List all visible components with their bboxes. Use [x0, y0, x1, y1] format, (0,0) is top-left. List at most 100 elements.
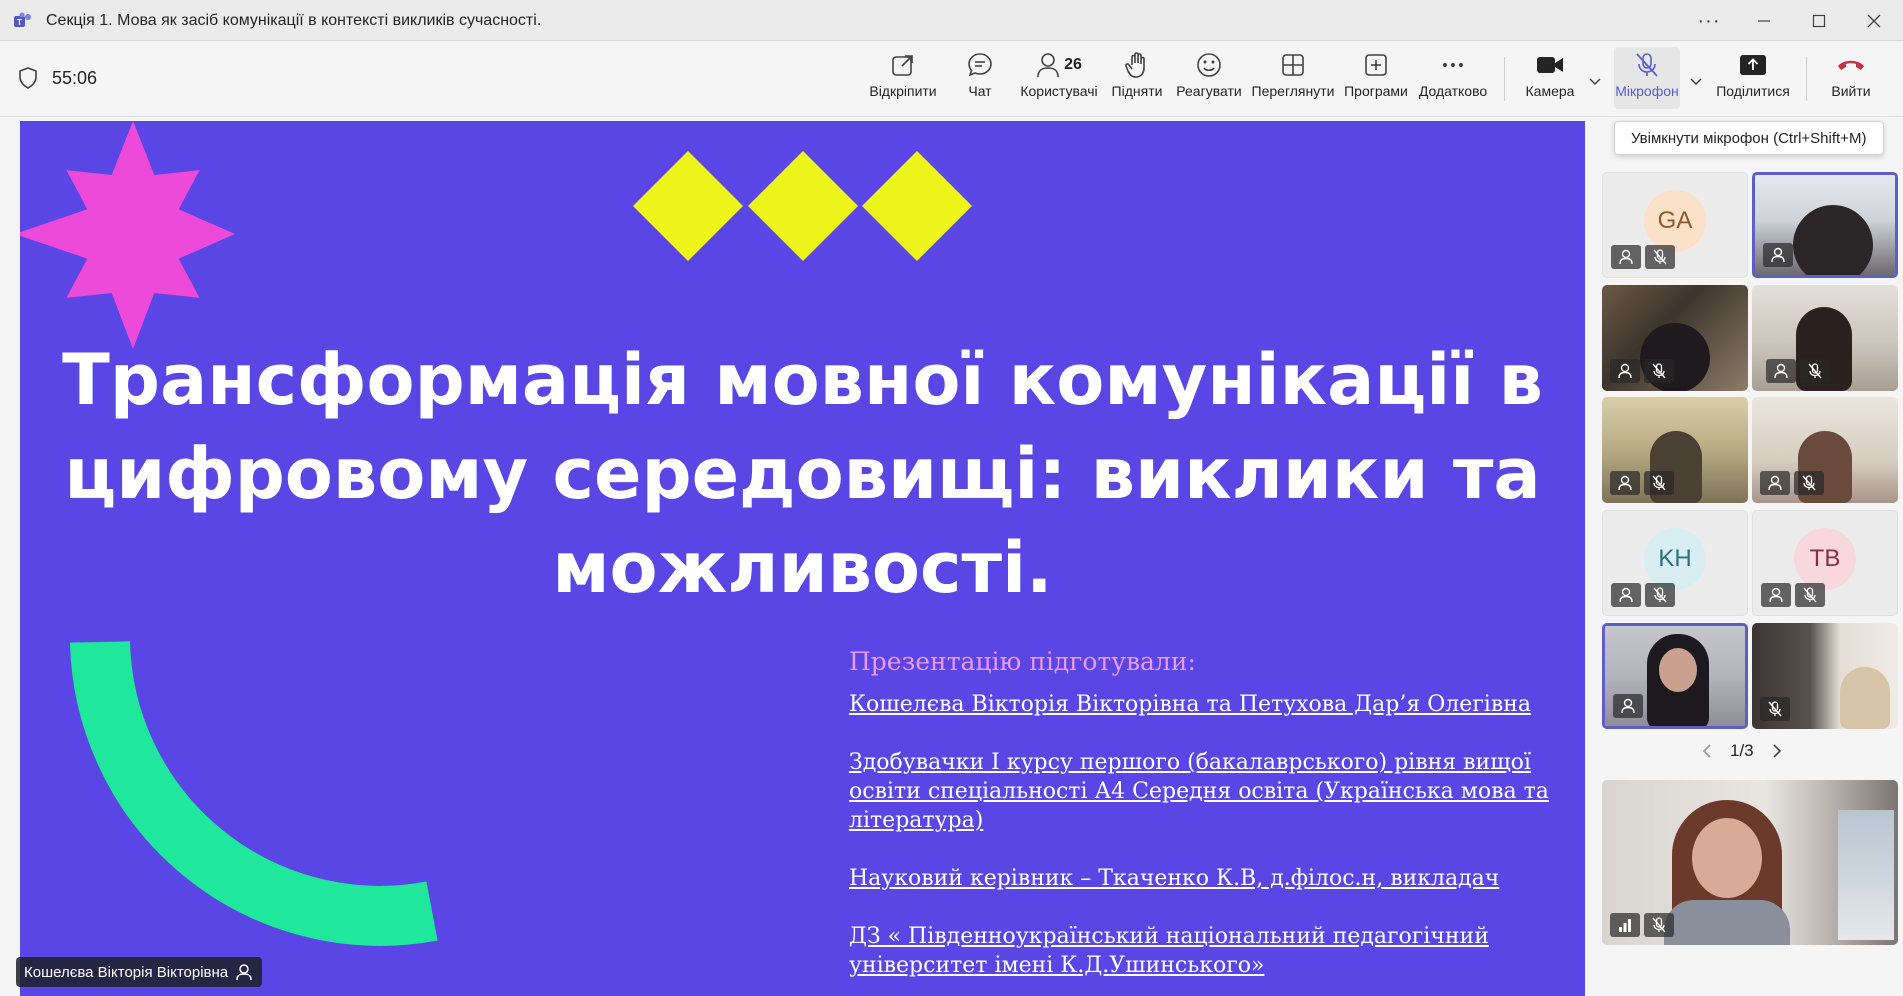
minimize-button[interactable] [1741, 6, 1787, 36]
people-button[interactable]: 26 Користувачі [1020, 47, 1098, 109]
participant-video-tile[interactable] [1752, 397, 1898, 503]
credits-supervisor: Науковий керівник – Ткаченко К.В, д.філо… [849, 866, 1500, 891]
participant-video-tile[interactable] [1602, 397, 1748, 503]
self-view-tile[interactable] [1602, 780, 1898, 945]
signal-icon [1619, 919, 1631, 932]
microphone-button[interactable]: Мікрофон [1614, 47, 1680, 109]
maximize-icon [1812, 14, 1826, 28]
raise-hand-button[interactable]: Підняти [1110, 47, 1164, 109]
toolbar-separator [1504, 57, 1505, 101]
toolbar-separator [1806, 57, 1807, 101]
popout-icon [892, 55, 913, 76]
participant-avatar: KH [1644, 527, 1706, 590]
shared-screen: Трансформація мовної комунікації в цифро… [20, 121, 1585, 996]
share-icon [1740, 55, 1766, 75]
guest-user-icon [1618, 475, 1632, 491]
more-button[interactable]: Додатково [1417, 47, 1489, 109]
guest-user-icon [1771, 247, 1785, 263]
participant-tile[interactable]: TB [1752, 510, 1898, 616]
guest-user-icon [1768, 475, 1782, 491]
microphone-off-icon [1803, 587, 1817, 603]
yellow-diamond-1 [633, 151, 743, 261]
shield-icon [19, 67, 37, 89]
hand-icon [1125, 52, 1145, 78]
meeting-toolbar: 55:06 Відкріпити Чат 26 Користувачі Підн… [0, 41, 1903, 117]
window-title: Секція 1. Мова як засіб комунікації в ко… [46, 12, 542, 29]
title-bar: T Секція 1. Мова як засіб комунікації в … [0, 0, 1903, 41]
credits-heading: Презентацію підготували: [849, 647, 1196, 676]
microphone-off-icon [1653, 587, 1667, 603]
microphone-off-icon [1653, 249, 1667, 265]
self-face [1692, 818, 1762, 898]
participant-avatar: TB [1794, 527, 1856, 590]
guest-user-icon [1621, 698, 1635, 714]
share-button[interactable]: Поділитися [1714, 47, 1792, 109]
participant-tile[interactable]: GA [1602, 172, 1748, 278]
apps-button[interactable]: Програми [1343, 47, 1409, 109]
chat-icon [968, 53, 992, 77]
chevron-right-icon[interactable] [1770, 743, 1784, 759]
emoji-icon [1197, 53, 1221, 77]
close-window-button[interactable] [1851, 6, 1897, 36]
participant-silhouette [1840, 667, 1890, 729]
participant-pager: 1/3 [1700, 741, 1784, 761]
slide-credits: Презентацію підготували: Кошелєва Віктор… [849, 647, 1569, 996]
microphone-off-icon [1768, 701, 1782, 717]
slide-title: Трансформація мовної комунікації в цифро… [62, 339, 1543, 609]
participant-avatar: GA [1644, 189, 1706, 252]
microphone-off-icon [1652, 917, 1666, 933]
participant-video-tile[interactable] [1752, 172, 1898, 278]
react-button[interactable]: Реагувати [1176, 47, 1242, 109]
hang-up-icon [1838, 60, 1864, 70]
teams-meeting-window: T Секція 1. Мова як засіб комунікації в … [0, 0, 1903, 996]
camera-icon [1537, 57, 1563, 73]
credits-university: ДЗ « Південноукраїнський національний пе… [849, 924, 1489, 978]
more-icon [1443, 63, 1463, 67]
meeting-timer: 55:06 [18, 67, 97, 89]
presenter-name-tag: Кошелєва Вікторія Вікторівна [16, 957, 263, 987]
maximize-button[interactable] [1796, 6, 1842, 36]
microphone-off-icon [1652, 363, 1666, 379]
popout-button[interactable]: Відкріпити [868, 47, 938, 109]
camera-button[interactable]: Камера [1522, 47, 1578, 109]
chat-button[interactable]: Чат [958, 47, 1002, 109]
leave-button[interactable]: Вийти [1826, 47, 1876, 109]
people-icon [1037, 53, 1059, 78]
guest-user-icon [1619, 249, 1633, 265]
grid-view-icon [1282, 54, 1304, 76]
green-arc-shape [70, 641, 438, 946]
participant-tile[interactable]: KH [1602, 510, 1748, 616]
pager-text: 1/3 [1730, 741, 1754, 760]
participant-video-tile[interactable] [1752, 285, 1898, 391]
microphone-off-icon [1652, 475, 1666, 491]
participant-face [1659, 648, 1697, 692]
add-app-icon [1365, 54, 1387, 76]
participant-silhouette [1793, 205, 1873, 275]
microphone-off-icon [1802, 475, 1816, 491]
participant-video-tile-presenter[interactable] [1602, 623, 1748, 729]
camera-options-chevron-icon[interactable] [1585, 71, 1605, 91]
microphone-off-icon [1808, 363, 1822, 379]
more-dots-icon: ··· [1697, 9, 1721, 32]
close-icon [1867, 14, 1881, 28]
svg-text:T: T [17, 18, 22, 27]
guest-user-icon [1774, 363, 1788, 379]
yellow-diamond-2 [748, 151, 858, 261]
chevron-left-icon[interactable] [1700, 743, 1714, 759]
guest-user-icon [1618, 363, 1632, 379]
credits-students: Здобувачки І курсу першого (бакалаврсько… [849, 750, 1549, 833]
timer-text: 55:06 [52, 67, 98, 88]
window-more-button[interactable]: ··· [1686, 6, 1732, 36]
people-count: 26 [1064, 56, 1082, 73]
yellow-diamond-3 [862, 151, 972, 261]
view-button[interactable]: Переглянути [1251, 47, 1335, 109]
guest-user-icon [1769, 587, 1783, 603]
participant-video-tile[interactable] [1602, 285, 1748, 391]
microphone-off-icon [1636, 53, 1658, 77]
microphone-options-chevron-icon[interactable] [1686, 71, 1706, 91]
self-body [1664, 900, 1790, 945]
self-window [1838, 810, 1894, 940]
microphone-tooltip: Увімкнути мікрофон (Ctrl+Shift+M) [1614, 121, 1884, 155]
participant-video-tile[interactable] [1752, 623, 1898, 729]
credits-authors: Кошелєва Вікторія Вікторівна та Петухова… [849, 692, 1531, 717]
